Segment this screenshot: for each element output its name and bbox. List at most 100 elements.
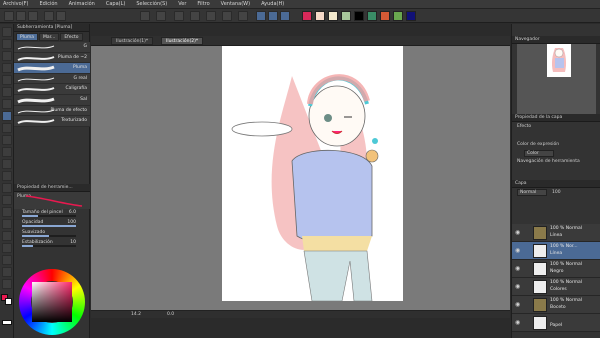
operation-tool-icon[interactable] xyxy=(2,51,12,61)
brush-item[interactable]: Pluma de ~2 xyxy=(14,52,90,64)
color-swatch-5[interactable] xyxy=(354,11,364,21)
open-file-button[interactable] xyxy=(16,11,26,21)
snap-ruler-button[interactable] xyxy=(256,11,266,21)
color-swatch-9[interactable] xyxy=(406,11,416,21)
eye-icon[interactable]: ◉ xyxy=(515,247,520,254)
layer-row[interactable]: ◉ 100 % Nor... Línea xyxy=(512,242,600,260)
pen-tool-icon[interactable] xyxy=(2,111,12,121)
color-swatch-1[interactable] xyxy=(302,11,312,21)
redo-button[interactable] xyxy=(56,11,66,21)
pencil-tool-icon[interactable] xyxy=(2,123,12,133)
color-swatch-3[interactable] xyxy=(328,11,338,21)
blend-mode-select[interactable]: Normal xyxy=(517,189,547,196)
auto-select-tool-icon[interactable] xyxy=(2,87,12,97)
menu-selection[interactable]: Selección(S) xyxy=(136,1,167,7)
menu-window[interactable]: Ventana(W) xyxy=(221,1,250,7)
menu-file[interactable]: Archivo(F) xyxy=(3,1,28,7)
frame-tool-icon[interactable] xyxy=(2,231,12,241)
color-swatch-7[interactable] xyxy=(380,11,390,21)
layer-opacity[interactable]: 100 xyxy=(552,190,561,195)
brush-item[interactable]: G xyxy=(14,42,90,53)
redo-icon[interactable] xyxy=(156,11,166,21)
clear-button[interactable] xyxy=(174,11,184,21)
selection-tool-icon[interactable] xyxy=(2,75,12,85)
eraser-tool-icon[interactable] xyxy=(2,171,12,181)
eye-icon[interactable]: ◉ xyxy=(515,301,520,308)
snap-point-button[interactable] xyxy=(280,11,290,21)
tab-document-2[interactable]: Ilustración(2)* xyxy=(161,37,204,45)
menu-animation[interactable]: Animación xyxy=(69,1,95,7)
brush-item[interactable]: Sal xyxy=(14,94,90,106)
layer-row[interactable]: ◉ 100 % Normal Colores xyxy=(512,278,600,296)
tab-pen[interactable]: Pluma xyxy=(16,33,38,41)
layer-thumbnail xyxy=(533,316,547,330)
transform-button[interactable] xyxy=(190,11,200,21)
eye-icon[interactable]: ◉ xyxy=(515,229,520,236)
eye-icon[interactable]: ◉ xyxy=(515,265,520,272)
balloon-tool-icon[interactable] xyxy=(2,267,12,277)
eye-icon[interactable]: ◉ xyxy=(515,283,520,290)
decoration-tool-icon[interactable] xyxy=(2,159,12,169)
brush-item[interactable]: Caligrafía xyxy=(14,84,90,95)
airbrush-tool-icon[interactable] xyxy=(2,147,12,157)
menu-help[interactable]: Ayuda(H) xyxy=(261,1,284,7)
color-saturation-square[interactable] xyxy=(32,282,72,322)
tab-effect[interactable]: Efecto xyxy=(60,33,83,41)
navigator-preview[interactable] xyxy=(517,44,596,115)
layer-row[interactable]: ◉ 100 % Normal Boceto xyxy=(512,296,600,314)
layer-row[interactable]: ◉ 100 % Normal Negro xyxy=(512,260,600,278)
fill-button[interactable] xyxy=(206,11,216,21)
eyedropper-tool-icon[interactable] xyxy=(2,99,12,109)
property-slider[interactable] xyxy=(22,235,76,237)
color-wheel[interactable] xyxy=(19,269,85,335)
text-tool-icon[interactable] xyxy=(2,255,12,265)
move-tool-icon[interactable] xyxy=(2,39,12,49)
layer-row[interactable]: ◉ Papel xyxy=(512,314,600,332)
navigator-header: Navegador xyxy=(512,36,600,44)
property-slider[interactable] xyxy=(22,245,76,247)
transparent-color-chip[interactable] xyxy=(2,320,12,325)
snap-grid-button[interactable] xyxy=(268,11,278,21)
select-all-button[interactable] xyxy=(222,11,232,21)
sub-color-chip[interactable] xyxy=(5,298,12,305)
ruler-tool-icon[interactable] xyxy=(2,243,12,253)
property-slider[interactable] xyxy=(22,225,76,227)
brush-label: Sal xyxy=(80,96,87,102)
color-swatch-8[interactable] xyxy=(393,11,403,21)
color-swatch-2[interactable] xyxy=(315,11,325,21)
menu-layer[interactable]: Capa(L) xyxy=(106,1,125,7)
new-file-button[interactable] xyxy=(4,11,14,21)
menu-filter[interactable]: Filtro xyxy=(197,1,209,7)
fill-tool-icon[interactable] xyxy=(2,195,12,205)
color-swatch-4[interactable] xyxy=(341,11,351,21)
brush-item[interactable]: Texturizado xyxy=(14,116,90,127)
navigator-paper xyxy=(547,44,571,77)
menu-edit[interactable]: Edición xyxy=(39,1,57,7)
deselect-button[interactable] xyxy=(238,11,248,21)
brush-item[interactable]: G real xyxy=(14,73,90,85)
property-slider[interactable] xyxy=(22,215,76,217)
blend-tool-icon[interactable] xyxy=(2,183,12,193)
undo-button[interactable] xyxy=(44,11,54,21)
figure-tool-icon[interactable] xyxy=(2,219,12,229)
zoom-tool-icon[interactable] xyxy=(2,27,12,37)
brush-item[interactable]: Pluma xyxy=(14,63,90,74)
color-swatch-6[interactable] xyxy=(367,11,377,21)
gradient-tool-icon[interactable] xyxy=(2,207,12,217)
brush-tool-icon[interactable] xyxy=(2,135,12,145)
move-layer-tool-icon[interactable] xyxy=(2,63,12,73)
correct-line-tool-icon[interactable] xyxy=(2,279,12,289)
layer-property-header: Propiedad de la capa xyxy=(512,114,600,122)
undo-icon[interactable] xyxy=(140,11,150,21)
tab-marker[interactable]: Mar... xyxy=(38,33,60,41)
canvas-paper[interactable] xyxy=(222,46,403,302)
menu-view[interactable]: Ver xyxy=(178,1,186,7)
expression-color-select[interactable]: Color xyxy=(524,150,554,157)
brush-item[interactable]: Pluma de efecto xyxy=(14,105,90,117)
layer-thumbnail xyxy=(533,262,547,276)
eye-icon[interactable]: ◉ xyxy=(515,319,520,326)
tab-document-1[interactable]: Ilustración(1)* xyxy=(111,37,154,45)
layer-row[interactable]: ◉ 100 % Normal Línea xyxy=(512,224,600,242)
brush-label: G xyxy=(83,44,88,49)
save-button[interactable] xyxy=(28,11,38,21)
